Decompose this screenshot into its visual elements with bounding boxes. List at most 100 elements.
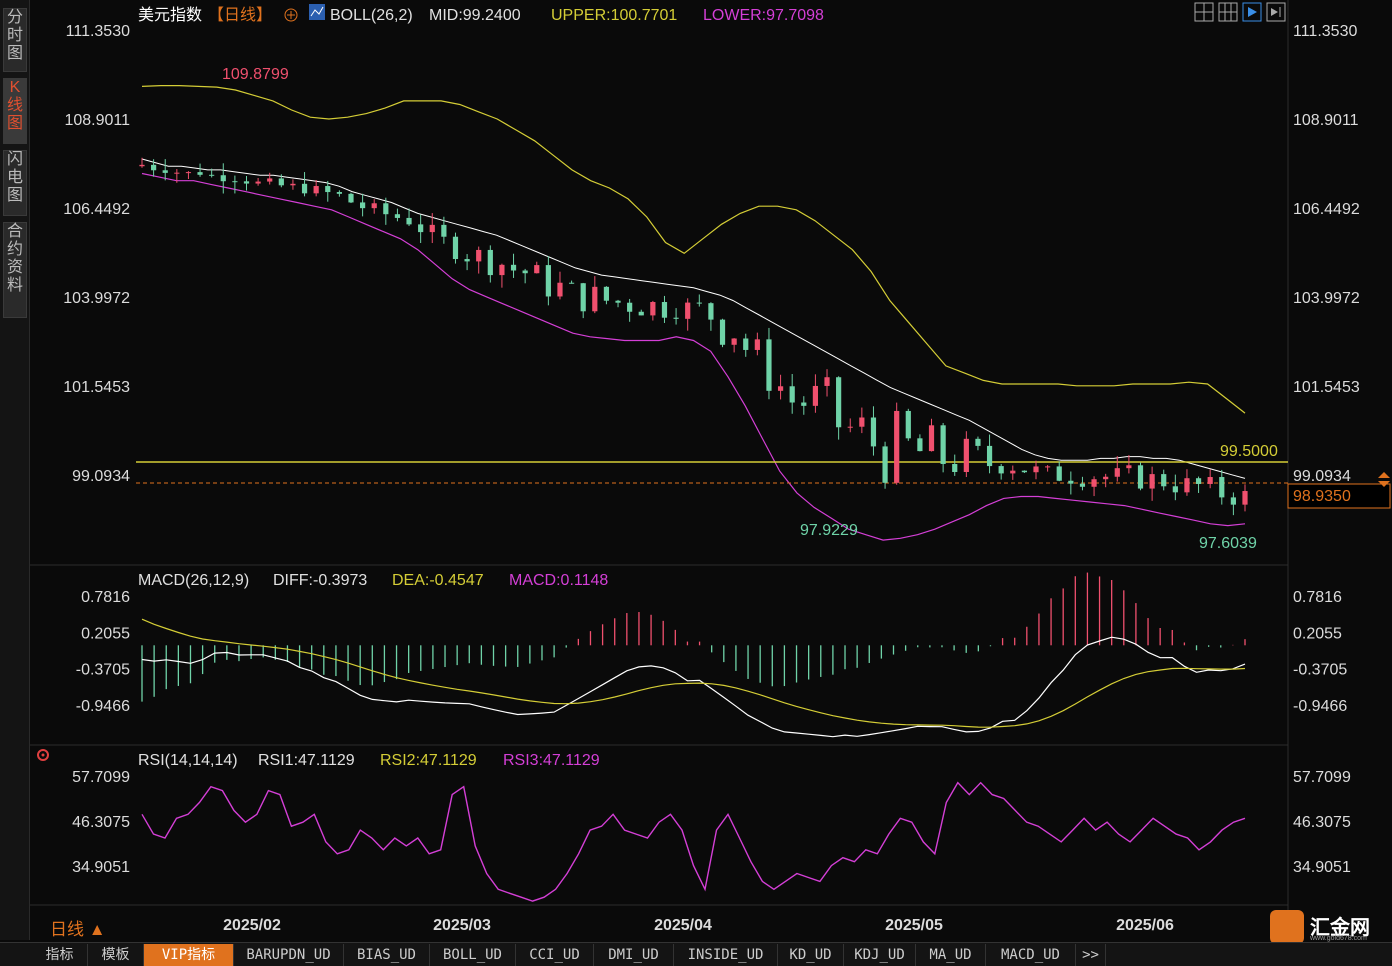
grid-icon[interactable] <box>1218 2 1238 22</box>
candle-body <box>1079 483 1086 487</box>
indicator-tab[interactable]: MACD_UD <box>986 944 1076 966</box>
rsi-title: RSI(14,14,14) <box>138 752 238 769</box>
indicator-tab[interactable]: BARUPDN_UD <box>234 944 344 966</box>
candle-body <box>429 224 435 233</box>
symbol-name: 美元指数 <box>138 6 202 24</box>
candle-body <box>267 178 273 182</box>
rsi-tick-left: 57.7099 <box>72 769 130 786</box>
price-tick-left: 106.4492 <box>63 201 130 218</box>
plus-circle-icon[interactable] <box>284 8 298 22</box>
macd-tick-left: 0.2055 <box>81 625 130 642</box>
chart-canvas[interactable]: 美元指数 【日线】 BOLL(26,2) MID:99.2400 UPPER:1… <box>0 0 1392 942</box>
candle-body <box>580 283 586 312</box>
boll-lower: LOWER:97.7098 <box>703 7 824 24</box>
logo-mark <box>1270 910 1304 944</box>
boll-lower-line <box>141 172 1246 541</box>
macd-diff-line <box>141 636 1246 738</box>
candle-body <box>151 164 157 171</box>
forward-icon[interactable] <box>1266 2 1286 22</box>
macd-dea: DEA:-0.4547 <box>392 572 484 589</box>
candle-body <box>1010 470 1016 474</box>
price-tick-right: 106.4492 <box>1293 201 1360 218</box>
candle-body <box>696 302 702 304</box>
candle-body <box>418 224 424 233</box>
candle-body <box>777 386 784 391</box>
indicator-tab-bar: 指标 模板 VIP指标 BARUPDN_UD BIAS_UD BOLL_UD CCI_UD D… <box>0 942 1392 966</box>
candle-body <box>673 317 679 319</box>
chart-app: 分时图 K线图 闪电图 合约资料 美元指数 【日线】 BOLL(26,2) MI… <box>0 0 1392 966</box>
candle-body <box>394 214 401 218</box>
candle-body <box>905 410 911 439</box>
indicator-tab[interactable]: BOLL_UD <box>430 944 516 966</box>
settings-icon[interactable] <box>37 749 49 761</box>
indicator-tab[interactable]: INSIDE_UD <box>674 944 778 966</box>
candle-body <box>661 302 668 318</box>
candle-body <box>986 445 993 467</box>
x-axis-label: 2025/02 <box>223 917 281 934</box>
candle-body <box>592 286 598 312</box>
indicator-tab[interactable]: DMI_UD <box>594 944 674 966</box>
rsi2-value: RSI2:47.1129 <box>380 752 477 769</box>
x-axis-label: 2025/06 <box>1116 917 1174 934</box>
timeframe-selector[interactable]: 日线 ▲ <box>50 915 106 940</box>
candle-body <box>685 302 691 319</box>
candle-body <box>209 174 215 176</box>
macd-tick-left: -0.3705 <box>76 662 130 679</box>
play-icon[interactable] <box>1242 2 1262 22</box>
high-label: 109.8799 <box>222 66 289 83</box>
rsi-line <box>141 781 1246 902</box>
candle-body <box>243 181 250 184</box>
period-tag: 【日线】 <box>208 6 272 24</box>
layout-icon[interactable] <box>1194 2 1214 22</box>
candle-body <box>476 249 482 262</box>
macd-tick-right: 0.7816 <box>1293 589 1342 606</box>
boll-mid-line <box>141 158 1246 479</box>
rsi-tick-right: 34.9051 <box>1293 859 1351 876</box>
candle-body <box>1242 491 1248 505</box>
candle-body <box>464 259 470 262</box>
indicator-tab[interactable]: KD_UD <box>778 944 844 966</box>
candle-body <box>174 172 180 174</box>
rsi1-value: RSI1:47.1129 <box>258 752 355 769</box>
rsi3-value: RSI3:47.1129 <box>503 752 600 769</box>
indicator-tab[interactable]: CCI_UD <box>516 944 594 966</box>
candle-body <box>1161 474 1167 487</box>
candle-body <box>325 186 331 193</box>
candle-body <box>870 417 877 447</box>
indicator-tab[interactable]: VIP指标 <box>144 944 234 966</box>
candle-body <box>638 311 644 316</box>
indicator-tab[interactable]: BIAS_UD <box>344 944 430 966</box>
candle-body <box>836 377 842 428</box>
candle-body <box>731 338 737 345</box>
price-tick-right: 99.0934 <box>1293 468 1351 485</box>
candle-body <box>1091 479 1097 487</box>
candle-body <box>487 249 493 276</box>
candle-body <box>603 286 610 301</box>
candle-body <box>812 385 819 406</box>
candle-body <box>185 172 192 174</box>
candle-body <box>1068 480 1074 484</box>
candle-body <box>197 172 203 175</box>
price-tick-left: 101.5453 <box>63 379 130 396</box>
candle-body <box>1172 486 1178 493</box>
boll-params: BOLL(26,2) <box>330 7 413 24</box>
indicator-tab[interactable]: 指标 <box>32 944 88 966</box>
rsi-tick-left: 46.3075 <box>72 814 130 831</box>
price-level-label: 99.5000 <box>1220 443 1278 460</box>
indicator-tab[interactable]: 模板 <box>88 944 144 966</box>
indicator-tab[interactable]: KDJ_UD <box>844 944 916 966</box>
macd-tick-right: 0.2055 <box>1293 625 1342 642</box>
price-tick-right: 108.9011 <box>1293 112 1359 129</box>
candle-body <box>1195 478 1202 484</box>
candle-body <box>615 300 621 303</box>
low-label-1: 97.9229 <box>800 522 858 539</box>
timeframe-label: 日线 <box>50 920 84 939</box>
logo-url: www.gold678.com <box>1310 935 1367 942</box>
macd-dea-line <box>141 618 1246 728</box>
candle-body <box>743 338 749 350</box>
candle-body <box>452 236 459 260</box>
candle-body <box>510 264 517 271</box>
indicator-tab[interactable]: MA_UD <box>916 944 986 966</box>
price-tick-right: 103.9972 <box>1293 290 1360 307</box>
indicator-tab[interactable]: >> <box>1076 944 1106 966</box>
